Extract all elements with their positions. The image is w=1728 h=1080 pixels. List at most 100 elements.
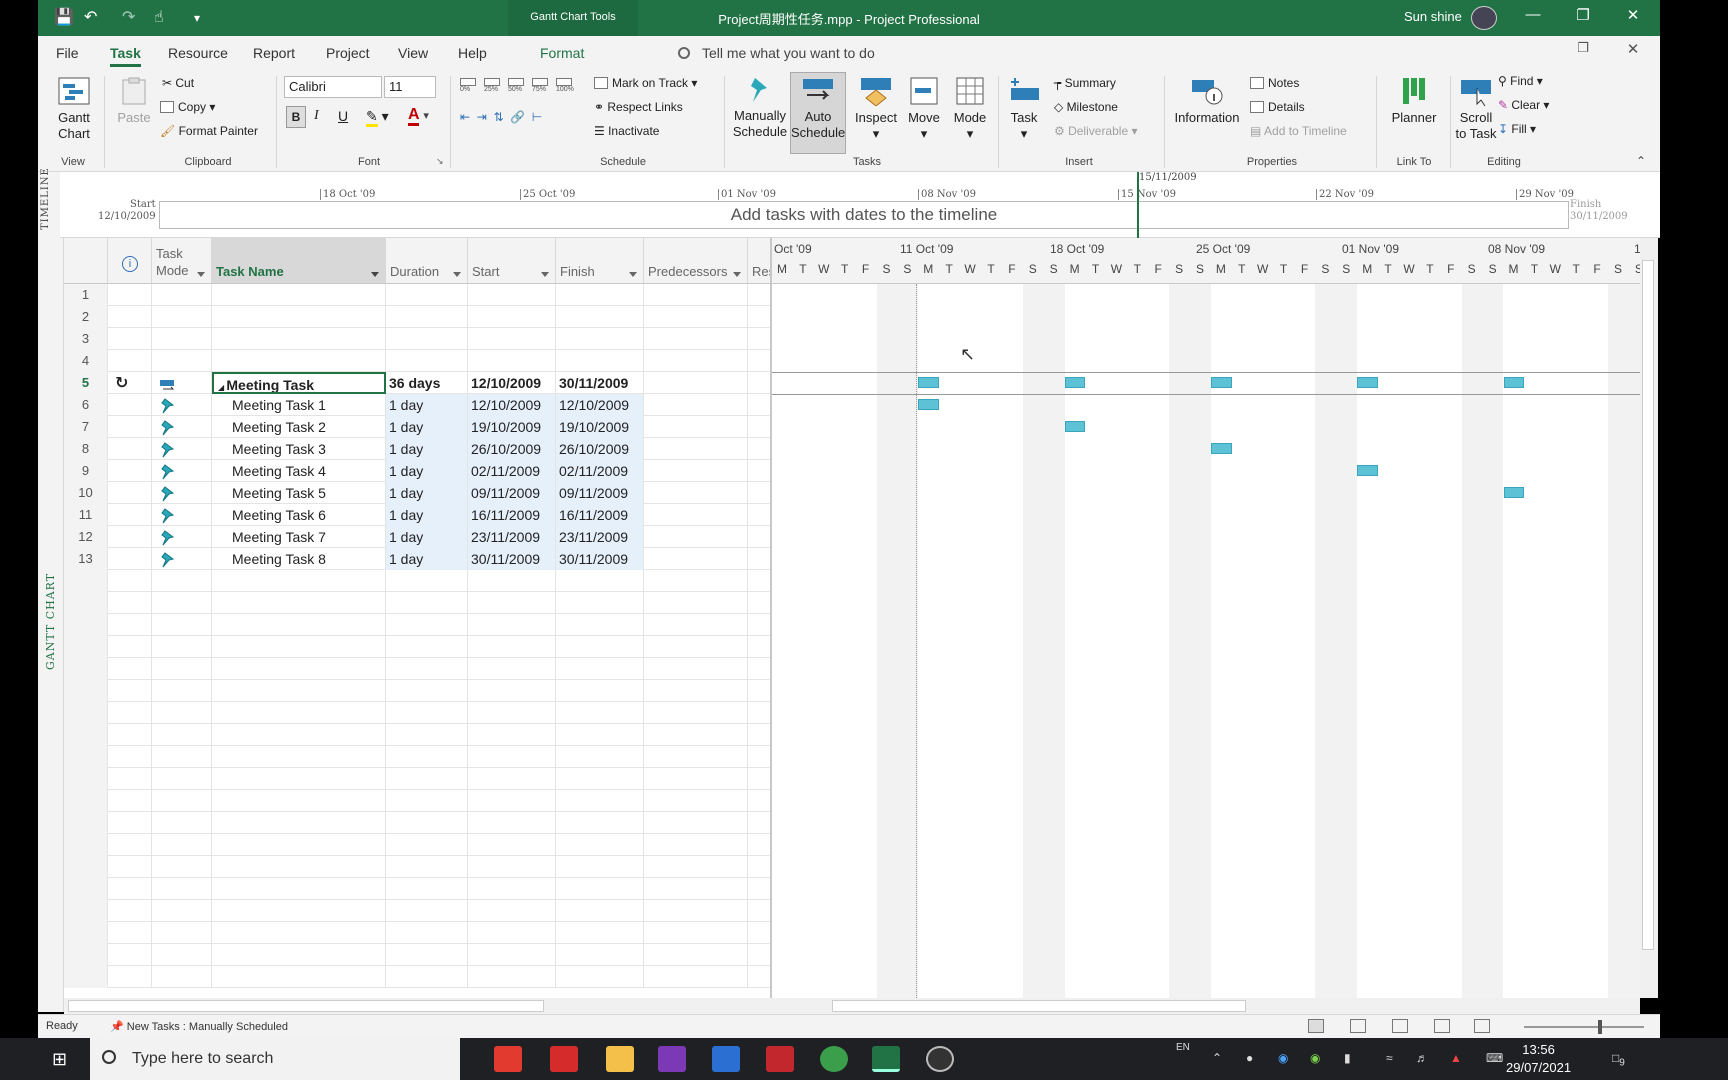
start-cell[interactable] [468, 922, 556, 944]
predecessors-cell[interactable] [644, 592, 748, 614]
duration-cell[interactable] [386, 834, 468, 856]
start-cell[interactable] [468, 834, 556, 856]
predecessors-cell[interactable] [644, 438, 748, 460]
predecessors-cell[interactable] [644, 966, 748, 988]
table-row[interactable] [64, 768, 770, 790]
deliverable-button[interactable]: ⚙ Deliverable ▾ [1054, 124, 1137, 138]
highlight-icon[interactable]: ✎ ▾ [366, 108, 389, 127]
finish-cell[interactable] [556, 834, 644, 856]
task-name-cell[interactable] [212, 350, 386, 372]
scroll-to-task-button[interactable]: Scroll to Task [1454, 76, 1498, 142]
duration-cell[interactable] [386, 328, 468, 350]
finish-cell[interactable]: 02/11/2009 [556, 460, 644, 482]
task-name-cell[interactable] [212, 966, 386, 988]
app-icon-circle[interactable] [926, 1046, 954, 1072]
finish-cell[interactable]: 30/11/2009 [556, 548, 644, 570]
table-row[interactable]: 13 Meeting Task 81 day 30/11/2009 30/11/200… [64, 548, 770, 570]
finish-cell[interactable] [556, 658, 644, 680]
start-cell[interactable] [468, 790, 556, 812]
menu-project[interactable]: Project [326, 45, 370, 61]
resources-cell[interactable] [748, 372, 770, 394]
gantt-scroll-thumb[interactable] [832, 1000, 1246, 1012]
duration-cell[interactable] [386, 284, 468, 306]
predecessors-cell[interactable] [644, 944, 748, 966]
resources-cell[interactable] [748, 900, 770, 922]
task-name-cell[interactable] [212, 746, 386, 768]
notifications-icon[interactable]: □9 [1612, 1051, 1625, 1068]
indicator-cell[interactable] [108, 614, 152, 636]
inspect-button[interactable]: Inspect ▾ [852, 76, 900, 142]
predecessors-cell[interactable] [644, 922, 748, 944]
task-name-cell[interactable] [212, 944, 386, 966]
predecessors-cell[interactable] [644, 856, 748, 878]
minimize-icon[interactable]: — [1518, 6, 1548, 23]
microphone-icon[interactable]: ● [1246, 1051, 1253, 1065]
row-number[interactable] [64, 944, 108, 966]
indicator-cell[interactable] [108, 966, 152, 988]
task-name-cell[interactable] [212, 284, 386, 306]
indicator-cell[interactable] [108, 900, 152, 922]
duration-cell[interactable] [386, 724, 468, 746]
predecessors-cell[interactable] [644, 504, 748, 526]
duration-cell[interactable] [386, 680, 468, 702]
task-mode-cell[interactable] [152, 570, 212, 592]
respect-links-button[interactable]: ⚭ Respect Links [594, 100, 683, 114]
start-cell[interactable]: 23/11/2009 [468, 526, 556, 548]
file-explorer-icon[interactable] [606, 1046, 634, 1072]
finish-cell[interactable] [556, 702, 644, 724]
duration-cell[interactable] [386, 306, 468, 328]
task-name-cell[interactable] [212, 812, 386, 834]
summary-recurrence-bar[interactable] [1357, 377, 1379, 388]
duration-cell[interactable] [386, 768, 468, 790]
predecessors-cell[interactable] [644, 482, 748, 504]
task-mode-cell[interactable] [152, 548, 212, 570]
indicator-cell[interactable] [108, 460, 152, 482]
table-row[interactable]: 12 Meeting Task 71 day 23/11/2009 23/11/200… [64, 526, 770, 548]
table-row[interactable]: 6 Meeting Task 11 day 12/10/2009 12/10/2009 [64, 394, 770, 416]
vertical-scroll-thumb[interactable] [1642, 260, 1654, 950]
indicator-cell[interactable] [108, 548, 152, 570]
duration-cell[interactable] [386, 878, 468, 900]
progress-0-button[interactable]: 0% [460, 78, 480, 93]
zoom-slider-thumb[interactable] [1598, 1020, 1602, 1034]
avatar[interactable] [1471, 6, 1497, 30]
resource-sheet-icon[interactable] [1434, 1019, 1450, 1033]
resources-cell[interactable] [748, 790, 770, 812]
select-all-corner[interactable] [64, 238, 108, 284]
task-name-cell[interactable] [212, 856, 386, 878]
resources-cell[interactable] [748, 922, 770, 944]
indicator-cell[interactable] [108, 284, 152, 306]
task-name-cell[interactable] [212, 724, 386, 746]
row-number[interactable] [64, 878, 108, 900]
task-mode-cell[interactable] [152, 922, 212, 944]
redo-icon[interactable]: ↷ [122, 9, 135, 27]
task-bar[interactable] [1210, 443, 1232, 454]
font-dialog-launcher-icon[interactable]: ↘ [436, 156, 444, 167]
finish-cell[interactable]: 09/11/2009 [556, 482, 644, 504]
task-mode-cell[interactable] [152, 834, 212, 856]
resources-cell[interactable] [748, 966, 770, 988]
ribbon-restore-icon[interactable]: ❐ [1568, 40, 1598, 56]
summary-button[interactable]: ┮ Summary [1054, 76, 1116, 90]
start-cell[interactable] [468, 944, 556, 966]
indicator-cell[interactable] [108, 680, 152, 702]
row-number[interactable] [64, 680, 108, 702]
tell-me-search[interactable]: Tell me what you want to do [678, 45, 875, 61]
predecessors-cell[interactable] [644, 350, 748, 372]
row-number[interactable]: 1 [64, 284, 108, 306]
row-number[interactable] [64, 856, 108, 878]
predecessors-cell[interactable] [644, 746, 748, 768]
format-painter-button[interactable]: 🖌 Format Painter [160, 124, 258, 138]
mode-button[interactable]: Mode ▾ [948, 76, 992, 142]
timeline-pane[interactable]: TIMELINE 18 Oct '09 25 Oct '09 01 Nov '0… [38, 167, 1660, 238]
table-row[interactable] [64, 878, 770, 900]
resources-cell[interactable] [748, 812, 770, 834]
indicator-cell[interactable] [108, 394, 152, 416]
indicator-cell[interactable]: ↻ [108, 372, 152, 394]
task-name-cell[interactable]: Meeting Task 6 [212, 504, 386, 526]
task-name-cell[interactable]: Meeting Task 8 [212, 548, 386, 570]
indicator-cell[interactable] [108, 746, 152, 768]
task-bar[interactable] [1357, 465, 1379, 476]
resources-cell[interactable] [748, 702, 770, 724]
duration-cell[interactable]: 1 day [386, 394, 468, 416]
